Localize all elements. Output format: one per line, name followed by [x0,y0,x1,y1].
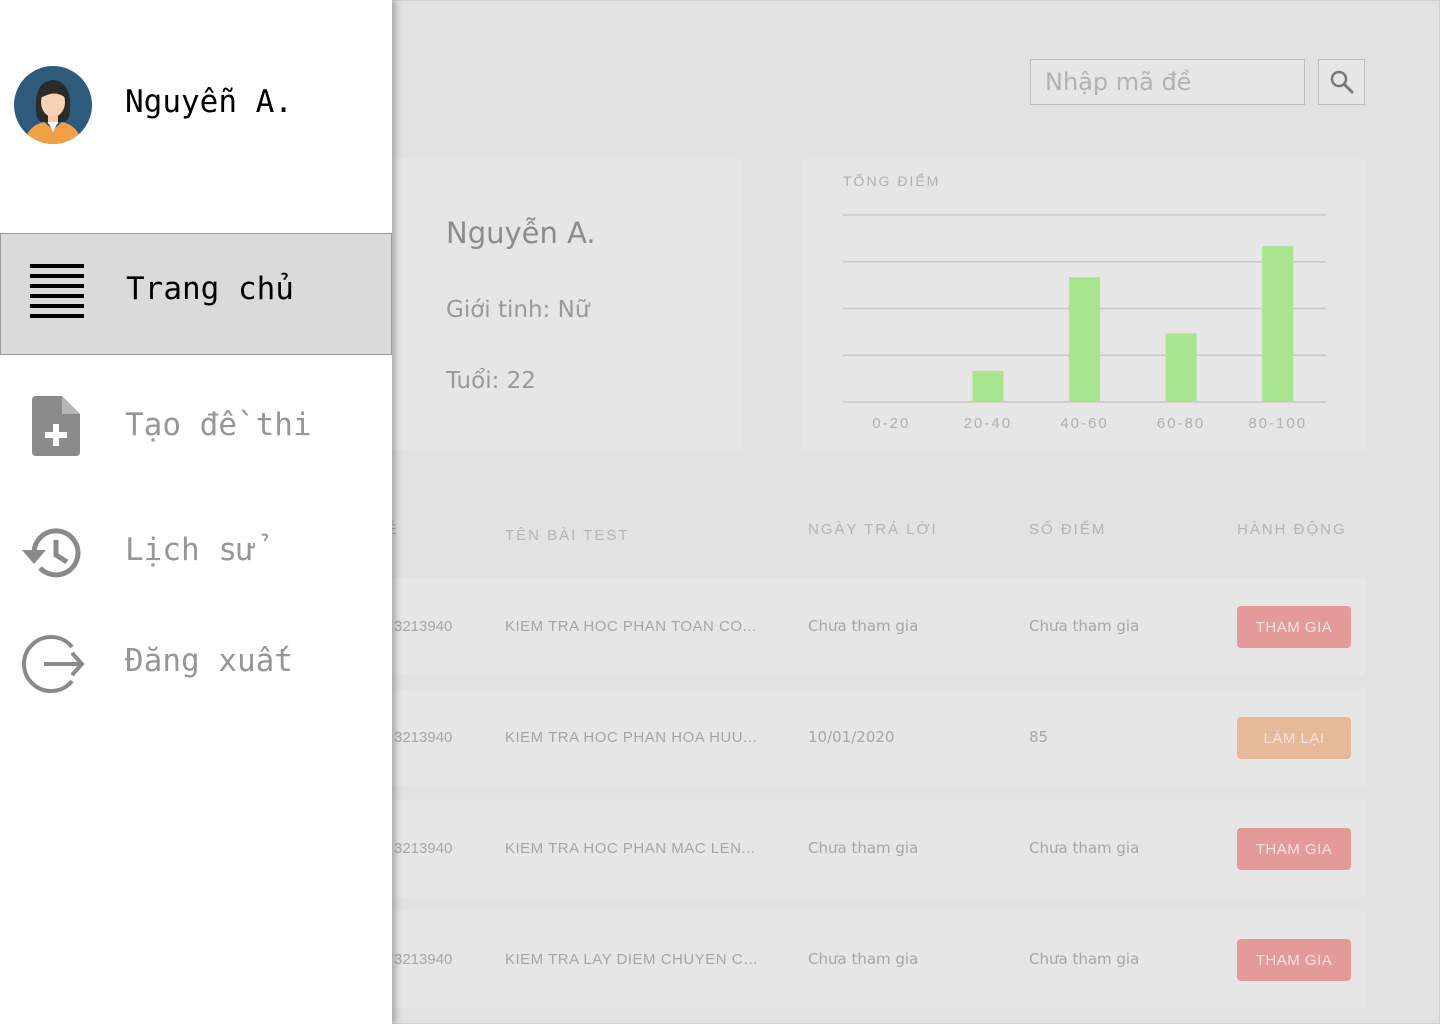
col-header-name: TÊN BÀI TEST [505,527,630,544]
row-test-name: KIEM TRA HOC PHAN HOA HUU... [505,729,758,746]
profile-gender: Giới tinh: Nữ [446,297,590,323]
menu-label: Trang chủ [126,271,294,307]
row-date: Chưa tham gia [808,839,919,857]
row-id: 3213940 [394,951,453,968]
chart-bar [1262,246,1294,402]
row-date: 10/01/2020 [808,728,895,746]
menu-label: Đăng xuất [125,643,293,679]
menu-icon [30,264,84,318]
row-score: 85 [1029,728,1049,746]
chart-bar [972,370,1004,402]
menu-item-history[interactable]: Lịch sử [0,510,392,600]
chart-bar [1165,333,1197,402]
chart-x-tick-label: 0-20 [872,415,910,432]
row-score: Chưa tham gia [1029,617,1140,635]
join-button[interactable]: THAM GIA [1237,606,1351,648]
col-header-date: NGÀY TRẢ LỜI [808,521,938,538]
row-id: 3213940 [394,618,453,635]
menu-label: Tạo đề thi [125,407,312,443]
menu-label: Lịch sử [125,532,256,568]
join-button[interactable]: THAM GIA [1237,939,1351,981]
retry-button[interactable]: LÀM LẠI [1237,717,1351,759]
row-date: Chưa tham gia [808,617,919,635]
col-header-action: HÀNH ĐỘNG [1237,521,1347,538]
row-score: Chưa tham gia [1029,950,1140,968]
profile-age: Tuổi: 22 [446,368,536,394]
chart-x-tick-label: 80-100 [1248,415,1307,432]
menu-item-logout[interactable]: Đăng xuất [0,625,392,705]
chart-x-tick-label: 20-40 [964,415,1012,432]
search-button[interactable] [1318,59,1365,105]
logout-icon [22,635,85,693]
row-id: 3213940 [394,729,453,746]
menu-item-home[interactable]: Trang chủ [0,233,392,355]
row-score: Chưa tham gia [1029,839,1140,857]
add-file-icon [32,396,80,456]
search-icon [1330,70,1353,94]
drawer-user-name: Nguyễn A. [125,84,293,120]
row-test-name: KIEM TRA HOC PHAN TOAN CO... [505,618,757,635]
row-test-name: KIEM TRA HOC PHAN MAC LEN... [505,840,756,857]
side-drawer: Nguyễn A. Trang chủ Tạo đề thi Lịch sử Đ… [0,0,392,1024]
history-icon [22,528,81,578]
menu-item-create-exam[interactable]: Tạo đề thi [0,380,392,480]
chart-x-tick-label: 60-80 [1157,415,1205,432]
user-avatar-icon [14,66,92,144]
row-id: 3213940 [394,840,453,857]
col-header-score: SỐ ĐIỂM [1029,521,1107,538]
score-bar-chart: 0-20 20-40 40-60 60-80 80-100 [843,214,1326,432]
chart-x-tick-label: 40-60 [1060,415,1108,432]
row-test-name: KIEM TRA LAY DIEM CHUYEN CA... [505,951,767,968]
chart-bar [1069,277,1100,402]
join-button[interactable]: THAM GIA [1237,828,1351,870]
profile-name: Nguyễn A. [446,216,596,250]
exam-code-input[interactable] [1030,59,1305,105]
row-date: Chưa tham gia [808,950,919,968]
